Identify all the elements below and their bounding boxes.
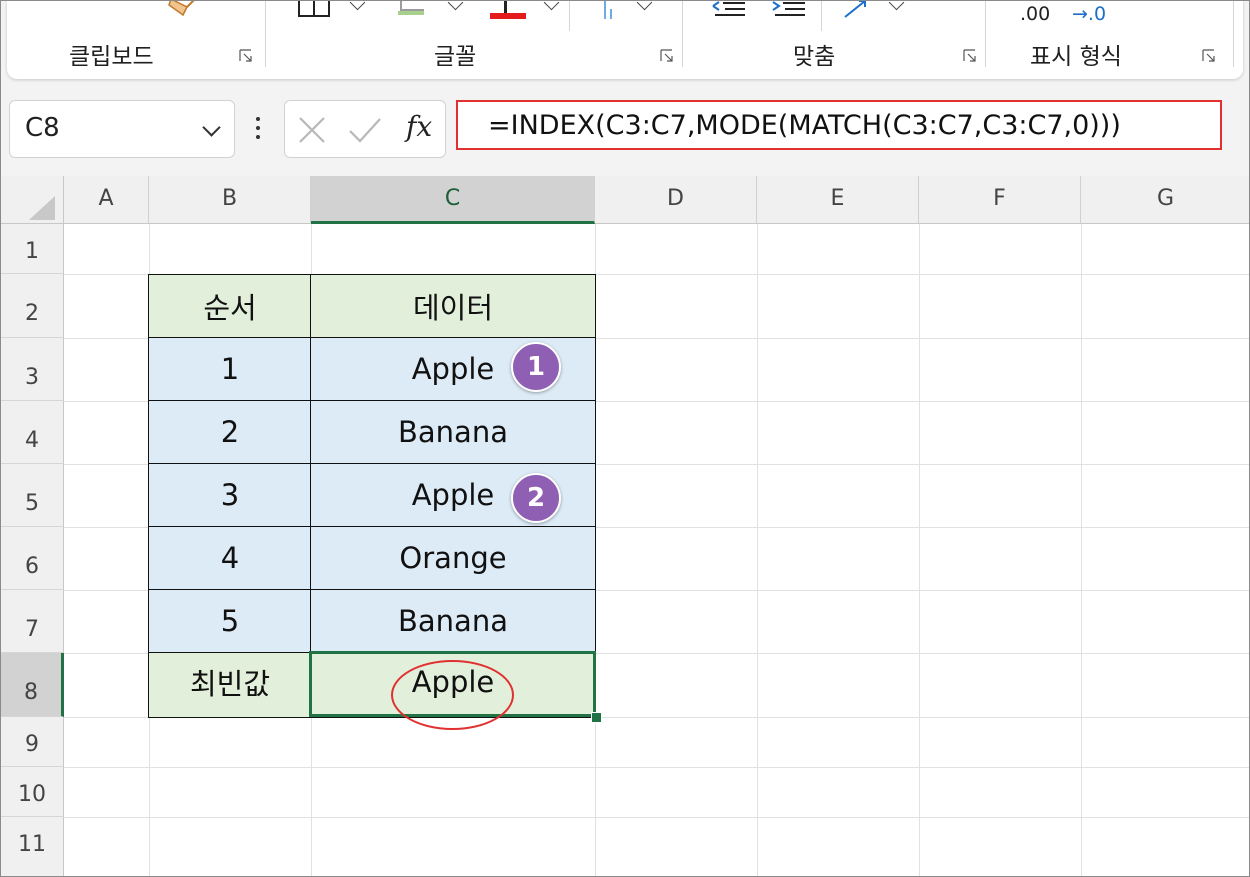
column-header-d[interactable]: D xyxy=(595,176,757,224)
row-header-1[interactable]: 1 xyxy=(1,224,64,274)
row-header-6[interactable]: 6 xyxy=(1,527,64,590)
row-header-9[interactable]: 9 xyxy=(1,717,64,767)
cell-b7[interactable]: 5 xyxy=(148,589,312,653)
worksheet-grid[interactable]: A B C D E F G 1 2 3 4 5 6 7 8 9 10 11 순서… xyxy=(1,176,1249,876)
number-format-group-label: 표시 형식 xyxy=(1030,44,1122,70)
cell-c4[interactable]: Banana xyxy=(310,400,596,464)
row-header-7[interactable]: 7 xyxy=(1,590,64,653)
result-highlight-circle xyxy=(391,660,514,730)
cell-b4[interactable]: 2 xyxy=(148,400,312,464)
enter-checkmark-icon[interactable] xyxy=(347,115,383,145)
gridline xyxy=(919,224,920,876)
number-format-dialog-launcher-icon[interactable] xyxy=(1202,49,1215,62)
annotation-badge-2: 2 xyxy=(511,473,561,523)
select-all-button[interactable] xyxy=(1,176,64,224)
alignment-group-label: 맞춤 xyxy=(793,44,836,70)
name-box-value: C8 xyxy=(25,113,60,143)
orientation-icon[interactable] xyxy=(601,0,625,23)
borders-icon[interactable] xyxy=(298,0,332,19)
row-header-8[interactable]: 8 xyxy=(1,653,64,717)
excel-window: 클립보드 글꼴 맞춤 .00 →.0 표시 형식 C8 fx =INDEX(C3… xyxy=(0,0,1250,877)
decrease-decimal-icon[interactable]: →.0 xyxy=(1072,3,1106,25)
wrap-text-dropdown-icon[interactable] xyxy=(888,1,905,11)
cell-c6[interactable]: Orange xyxy=(310,526,596,590)
gridline xyxy=(1081,224,1082,876)
increase-indent-icon[interactable] xyxy=(771,0,807,21)
fill-color-icon[interactable] xyxy=(398,1,424,15)
cell-c7[interactable]: Banana xyxy=(310,589,596,653)
formula-buttons: fx xyxy=(284,100,446,158)
row-header-5[interactable]: 5 xyxy=(1,464,64,527)
insert-function-icon[interactable]: fx xyxy=(406,110,432,143)
row-header-11[interactable]: 11 xyxy=(1,817,64,876)
column-header-c[interactable]: C xyxy=(311,176,595,224)
cancel-icon[interactable] xyxy=(297,115,327,145)
decrease-indent-icon[interactable] xyxy=(711,0,747,21)
name-box-dropdown-icon[interactable] xyxy=(202,118,221,137)
font-color-icon[interactable] xyxy=(490,1,526,21)
ribbon-separator xyxy=(1233,1,1234,67)
clipboard-dialog-launcher-icon[interactable] xyxy=(239,49,252,62)
number-format-group: .00 →.0 표시 형식 xyxy=(986,1,1232,73)
gridline xyxy=(757,224,758,876)
gridline xyxy=(64,817,1249,818)
cell-b8-mode-label[interactable]: 최빈값 xyxy=(148,652,312,718)
row-header-10[interactable]: 10 xyxy=(1,767,64,817)
font-group-label: 글꼴 xyxy=(434,44,477,70)
ribbon: 클립보드 글꼴 맞춤 .00 →.0 표시 형식 xyxy=(7,1,1243,79)
ribbon-separator xyxy=(821,1,822,31)
column-header-a[interactable]: A xyxy=(64,176,149,224)
fill-handle[interactable] xyxy=(591,712,602,723)
name-box[interactable]: C8 xyxy=(9,100,235,158)
formula-input[interactable]: =INDEX(C3:C7,MODE(MATCH(C3:C7,C3:C7,0))) xyxy=(456,100,1222,150)
row-header-3[interactable]: 3 xyxy=(1,338,64,401)
font-color-dropdown-icon[interactable] xyxy=(543,1,560,11)
clipboard-group: 클립보드 xyxy=(7,1,265,73)
cell-c2-data-header[interactable]: 데이터 xyxy=(310,274,596,338)
increase-decimal-icon[interactable]: .00 xyxy=(1020,3,1050,25)
gridline xyxy=(64,767,1249,768)
ribbon-separator xyxy=(569,1,570,31)
column-header-f[interactable]: F xyxy=(919,176,1081,224)
cell-b5[interactable]: 3 xyxy=(148,463,312,527)
cell-b6[interactable]: 4 xyxy=(148,526,312,590)
cell-b3[interactable]: 1 xyxy=(148,337,312,401)
formula-text: =INDEX(C3:C7,MODE(MATCH(C3:C7,C3:C7,0))) xyxy=(488,110,1121,141)
row-header-2[interactable]: 2 xyxy=(1,274,64,338)
column-header-e[interactable]: E xyxy=(757,176,919,224)
wrap-text-icon[interactable] xyxy=(843,0,873,21)
annotation-badge-1: 1 xyxy=(511,342,561,392)
row-header-4[interactable]: 4 xyxy=(1,401,64,464)
format-painter-icon[interactable] xyxy=(167,0,203,19)
alignment-group: 맞춤 xyxy=(604,0,985,73)
clipboard-group-label: 클립보드 xyxy=(69,44,154,70)
column-header-g[interactable]: G xyxy=(1081,176,1249,224)
fill-color-dropdown-icon[interactable] xyxy=(447,1,464,11)
alignment-dialog-launcher-icon[interactable] xyxy=(963,49,976,62)
font-dialog-launcher-icon[interactable] xyxy=(660,49,673,62)
borders-dropdown-icon[interactable] xyxy=(349,1,366,11)
column-header-b[interactable]: B xyxy=(149,176,311,224)
cell-b2-order-header[interactable]: 순서 xyxy=(148,274,312,338)
more-options-icon[interactable] xyxy=(256,117,260,141)
